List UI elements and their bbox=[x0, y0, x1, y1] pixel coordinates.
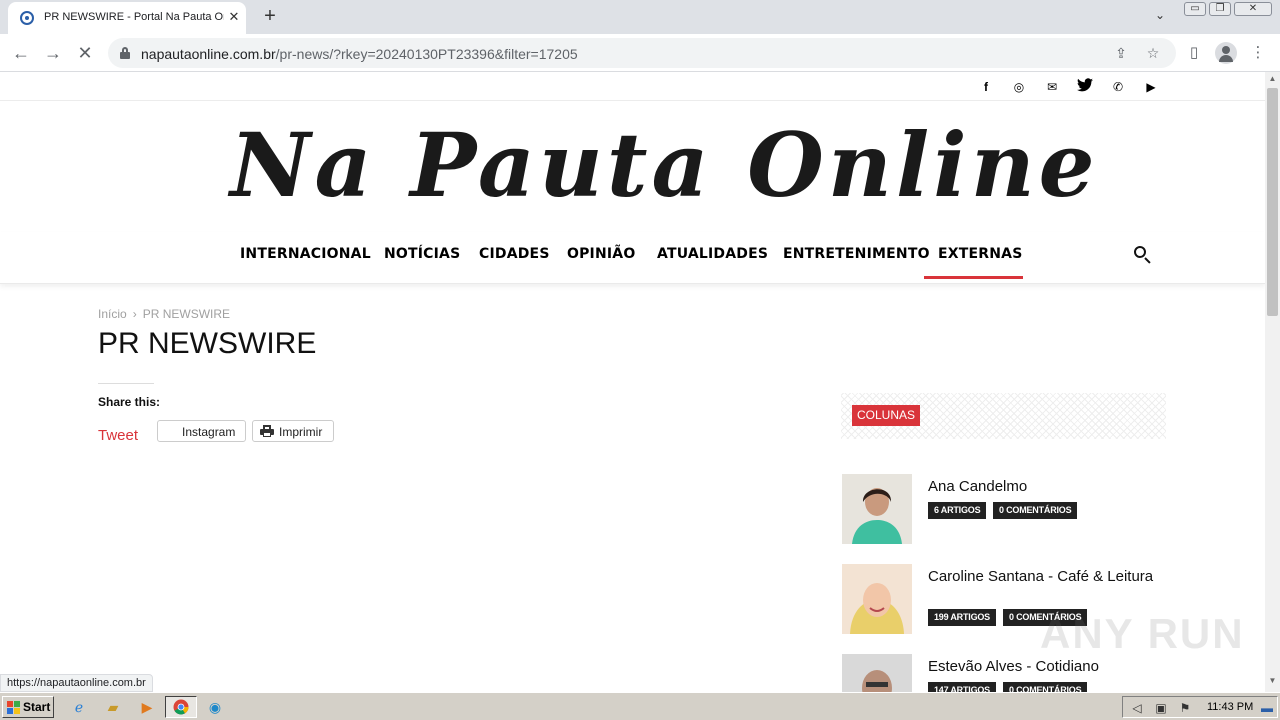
print-label: Imprimir bbox=[279, 425, 323, 439]
edge-icon[interactable]: ◉ bbox=[204, 697, 226, 717]
comments-count-badge: 0 COMENTÁRIOS bbox=[1003, 682, 1088, 692]
comments-count-badge: 0 COMENTÁRIOS bbox=[993, 502, 1078, 519]
nav-item-atualidades[interactable]: ATUALIDADES bbox=[657, 246, 768, 262]
forward-arrow-icon[interactable]: → bbox=[41, 41, 65, 65]
nav-item-opiniao[interactable]: OPINIÃO bbox=[567, 246, 635, 262]
whatsapp-icon[interactable]: ✆ bbox=[1109, 78, 1127, 96]
instagram-icon[interactable]: ◎ bbox=[1010, 78, 1028, 96]
taskbar-clock[interactable]: 11:43 PM bbox=[1207, 701, 1253, 713]
mail-icon[interactable]: ✉ bbox=[1043, 78, 1061, 96]
internet-explorer-icon[interactable]: ℯ bbox=[68, 697, 90, 717]
restore-window-button[interactable]: ❐ bbox=[1209, 2, 1231, 16]
instagram-share-button[interactable]: Instagram bbox=[157, 420, 246, 442]
url-text[interactable]: napautaonline.com.br/pr-news/?rkey=20240… bbox=[141, 46, 578, 62]
tab-title: PR NEWSWIRE - Portal Na Pauta Online bbox=[44, 11, 224, 23]
social-topbar: f ◎ ✉ ✆ ▶ bbox=[0, 72, 1265, 101]
back-arrow-icon[interactable]: ← bbox=[9, 41, 33, 65]
main-navigation: INTERNACIONAL NOTÍCIAS CIDADES OPINIÃO A… bbox=[0, 232, 1265, 284]
address-bar[interactable]: napautaonline.com.br/pr-news/?rkey=20240… bbox=[108, 38, 1176, 68]
colunas-section-header: COLUNAS bbox=[841, 393, 1166, 439]
new-tab-button[interactable]: + bbox=[258, 4, 282, 28]
author-avatar[interactable] bbox=[842, 564, 912, 634]
breadcrumb: Início › PR NEWSWIRE bbox=[98, 307, 230, 321]
side-panel-icon[interactable]: ▯ bbox=[1184, 43, 1204, 63]
web-page: f ◎ ✉ ✆ ▶ Na Pauta Online INTERNACIONAL … bbox=[0, 72, 1265, 692]
tab-search-chevron-down-icon[interactable]: ⌄ bbox=[1150, 8, 1170, 26]
page-scrollbar[interactable]: ▲ ▼ bbox=[1265, 72, 1280, 692]
author-item[interactable]: Estevão Alves - Cotidiano 147 ARTIGOS 0 … bbox=[842, 654, 1172, 692]
flag-icon[interactable]: ⚑ bbox=[1177, 700, 1193, 716]
nav-item-cidades[interactable]: CIDADES bbox=[479, 246, 550, 262]
browser-tab-active[interactable]: PR NEWSWIRE - Portal Na Pauta Online ✕ bbox=[8, 2, 246, 34]
youtube-icon[interactable]: ▶ bbox=[1142, 78, 1160, 96]
show-desktop-icon[interactable]: ▬ bbox=[1259, 700, 1275, 716]
start-button[interactable]: Start bbox=[2, 696, 54, 718]
anyrun-watermark: ANY RUN bbox=[1040, 610, 1245, 657]
browser-tab-strip: PR NEWSWIRE - Portal Na Pauta Online ✕ +… bbox=[0, 0, 1280, 34]
author-name[interactable]: Ana Candelmo bbox=[928, 478, 1158, 496]
windows-taskbar: Start ℯ ▰ ▶ ◉ ◁ ▣ ⚑ 11:43 PM ▬ bbox=[0, 692, 1280, 720]
system-tray: ◁ ▣ ⚑ 11:43 PM ▬ bbox=[1122, 696, 1278, 718]
articles-count-badge: 199 ARTIGOS bbox=[928, 609, 996, 626]
breadcrumb-current: PR NEWSWIRE bbox=[142, 307, 231, 321]
active-nav-indicator bbox=[924, 276, 1023, 279]
search-icon[interactable] bbox=[1132, 244, 1154, 266]
tweet-button[interactable]: Tweet bbox=[98, 427, 138, 444]
author-name[interactable]: Estevão Alves - Cotidiano bbox=[928, 658, 1158, 676]
browser-toolbar: ← → ✕ napautaonline.com.br/pr-news/?rkey… bbox=[0, 34, 1280, 72]
close-window-button[interactable]: ✕ bbox=[1234, 2, 1272, 16]
facebook-icon[interactable]: f bbox=[977, 78, 995, 96]
bookmark-star-icon[interactable]: ☆ bbox=[1144, 44, 1162, 62]
nav-item-noticias[interactable]: NOTÍCIAS bbox=[384, 246, 460, 262]
author-name[interactable]: Caroline Santana - Café & Leitura bbox=[928, 568, 1158, 586]
profile-avatar-icon[interactable] bbox=[1215, 42, 1237, 64]
media-player-icon[interactable]: ▶ bbox=[136, 697, 158, 717]
share-label: Share this: bbox=[98, 395, 161, 409]
site-logo[interactable]: Na Pauta Online bbox=[230, 110, 1095, 220]
articles-count-badge: 147 ARTIGOS bbox=[928, 682, 996, 692]
minimize-window-button[interactable]: ▭ bbox=[1184, 2, 1206, 16]
author-avatar[interactable] bbox=[842, 654, 912, 692]
network-icon[interactable]: ▣ bbox=[1153, 700, 1169, 716]
colunas-label: COLUNAS bbox=[852, 405, 921, 426]
author-avatar[interactable] bbox=[842, 474, 912, 544]
scrollbar-thumb[interactable] bbox=[1267, 88, 1278, 316]
stop-loading-icon[interactable]: ✕ bbox=[73, 41, 97, 65]
folder-icon[interactable]: ▰ bbox=[102, 697, 124, 717]
share-divider bbox=[98, 383, 154, 384]
author-item[interactable]: Ana Candelmo 6 ARTIGOS 0 COMENTÁRIOS bbox=[842, 474, 1172, 546]
nav-item-entretenimento[interactable]: ENTRETENIMENTO bbox=[783, 246, 930, 262]
nav-item-externas[interactable]: EXTERNAS bbox=[938, 246, 1023, 262]
twitter-icon[interactable] bbox=[1076, 78, 1094, 96]
breadcrumb-home-link[interactable]: Início bbox=[98, 307, 127, 321]
more-menu-icon[interactable]: ⋮ bbox=[1248, 43, 1268, 63]
volume-icon[interactable]: ◁ bbox=[1129, 700, 1145, 716]
status-bar-url: https://napautaonline.com.br bbox=[0, 674, 153, 692]
breadcrumb-separator-icon: › bbox=[132, 307, 137, 321]
articles-count-badge: 6 ARTIGOS bbox=[928, 502, 987, 519]
share-icon[interactable]: ⇪ bbox=[1112, 44, 1130, 62]
page-title: PR NEWSWIRE bbox=[98, 327, 317, 360]
printer-icon bbox=[260, 425, 274, 437]
scroll-up-arrow-icon[interactable]: ▲ bbox=[1265, 74, 1280, 86]
instagram-share-label: Instagram bbox=[182, 425, 236, 439]
scroll-down-arrow-icon[interactable]: ▼ bbox=[1265, 676, 1280, 688]
nav-item-internacional[interactable]: INTERNACIONAL bbox=[240, 246, 371, 262]
close-tab-icon[interactable]: ✕ bbox=[226, 9, 242, 25]
lock-icon[interactable] bbox=[120, 47, 130, 59]
chrome-taskbar-button[interactable] bbox=[165, 696, 197, 718]
site-favicon-icon bbox=[20, 11, 34, 25]
windows-logo-icon bbox=[7, 701, 21, 714]
print-button[interactable]: Imprimir bbox=[252, 420, 334, 442]
